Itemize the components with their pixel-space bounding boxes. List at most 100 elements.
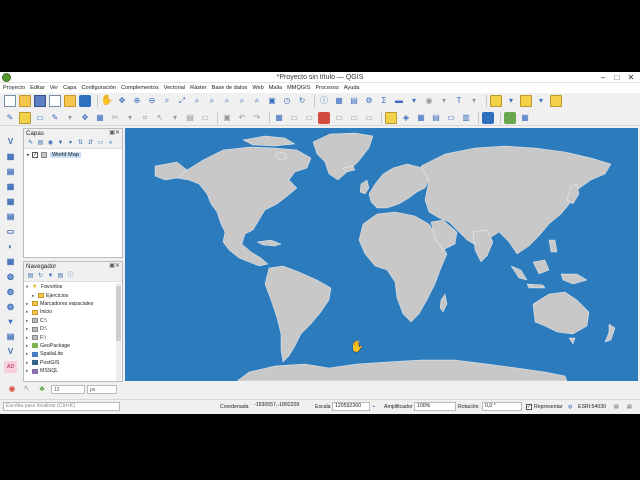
toggle-editing-icon[interactable]: [19, 111, 31, 124]
new-print-layout-icon[interactable]: [49, 95, 61, 107]
maximize-button[interactable]: □: [610, 72, 624, 83]
measure-line-icon[interactable]: ▬: [393, 95, 405, 107]
layout-manager-icon[interactable]: [64, 95, 76, 107]
browser-scrollbar-thumb[interactable]: [116, 286, 121, 341]
attribute-table-icon[interactable]: ▦: [333, 95, 345, 107]
layer-row-world-map[interactable]: ▸ ✓ World Map: [27, 151, 121, 159]
rotate-label-icon[interactable]: ▣: [221, 112, 233, 124]
menu-base-de-datos[interactable]: Base de datos: [212, 85, 248, 91]
minimize-button[interactable]: –: [596, 72, 610, 83]
show-hide-labels-icon[interactable]: [318, 111, 330, 124]
georeferencer-icon[interactable]: [504, 111, 516, 124]
temporal-controller-icon[interactable]: ◷: [281, 95, 293, 107]
add-mesh-layer-icon[interactable]: ▤: [4, 166, 17, 178]
browser-item-postgis[interactable]: ▸ PostGIS: [24, 359, 118, 367]
tracing-icon[interactable]: ♣: [36, 383, 48, 395]
add-oracle-icon[interactable]: ◍: [4, 271, 17, 283]
deselect-icon[interactable]: [520, 95, 532, 107]
add-feature-icon[interactable]: ▾: [64, 112, 76, 124]
menu-raster[interactable]: Ráster: [190, 85, 206, 91]
pin-labels-icon[interactable]: ▭: [288, 112, 300, 124]
collapse-all-icon[interactable]: ▤: [57, 273, 64, 280]
lock-scale-icon[interactable]: ▪: [373, 403, 375, 411]
diagram-properties-icon[interactable]: ▭: [363, 112, 375, 124]
new-map-view-icon[interactable]: ▣: [266, 95, 278, 107]
move-label-icon[interactable]: ↶: [236, 112, 248, 124]
layer-visibility-checkbox[interactable]: ✓: [32, 152, 38, 158]
label-properties-icon[interactable]: ▭: [333, 112, 345, 124]
highlight-labels-icon[interactable]: ▭: [303, 112, 315, 124]
select-all-icon[interactable]: [550, 95, 562, 107]
annotation-dropdown-icon[interactable]: ▾: [468, 95, 480, 107]
add-xyz-icon[interactable]: ▤: [4, 331, 17, 343]
browser-item-geopackage[interactable]: ▸ GeoPackage: [24, 342, 118, 350]
modify-attributes-icon[interactable]: ▦: [94, 112, 106, 124]
browser-item-inicio[interactable]: ▸ Inicio: [24, 308, 118, 316]
browser-item-marcadores[interactable]: ▸ Marcadores espaciales: [24, 300, 118, 308]
refresh-icon[interactable]: ↻: [296, 95, 308, 107]
crs-button[interactable]: ESRI:54030: [578, 403, 606, 411]
paste-features-icon[interactable]: ↖: [154, 112, 166, 124]
vertex-tool-icon[interactable]: ✥: [79, 112, 91, 124]
menu-mmqgis[interactable]: MMQGIS: [287, 85, 310, 91]
menu-complementos[interactable]: Complementos: [121, 85, 159, 91]
messages-icon[interactable]: ▤: [614, 403, 619, 411]
save-project-icon[interactable]: [34, 95, 46, 107]
panel-float-close-icon[interactable]: ▣✕: [109, 129, 120, 138]
menu-proyecto[interactable]: Proyecto: [3, 85, 25, 91]
close-button[interactable]: ✕: [624, 72, 638, 83]
snapping-icon[interactable]: ↖: [21, 383, 33, 395]
copy-features-icon[interactable]: ⌗: [139, 112, 151, 124]
add-group-icon[interactable]: ▤: [37, 140, 44, 147]
menu-malla[interactable]: Malla: [269, 85, 282, 91]
crs-globe-icon[interactable]: ◍: [568, 403, 573, 411]
unit-dropdown[interactable]: px: [87, 384, 117, 394]
filter-browser-icon[interactable]: ▼: [47, 273, 54, 280]
menu-vectorial[interactable]: Vectorial: [164, 85, 185, 91]
add-raster-layer-icon[interactable]: ▦: [4, 151, 17, 163]
open-layer-styling-icon[interactable]: ✎: [27, 140, 34, 147]
zoom-last-icon[interactable]: ⌕: [236, 95, 248, 107]
add-geopackage-icon[interactable]: ▦: [4, 196, 17, 208]
digitize-icon[interactable]: ✎: [49, 112, 61, 124]
layer-name[interactable]: World Map: [50, 152, 81, 158]
add-vector-layer-icon[interactable]: V: [4, 136, 17, 148]
properties-icon[interactable]: ⓘ: [67, 273, 74, 280]
select-by-value-icon[interactable]: ▾: [505, 95, 517, 107]
label-change-icon[interactable]: ▥: [460, 112, 472, 124]
filter-expression-icon[interactable]: ▾: [67, 140, 74, 147]
zoom-layer-icon[interactable]: ⌕: [206, 95, 218, 107]
browser-item-drive-c[interactable]: ▸ C:\: [24, 317, 118, 325]
filter-legend-icon[interactable]: ▼: [57, 140, 64, 147]
statistics-icon[interactable]: Σ: [378, 95, 390, 107]
zoom-rubberband-icon[interactable]: ⌕: [161, 95, 173, 107]
change-label-icon[interactable]: ↷: [251, 112, 263, 124]
browser-item-mssql[interactable]: ▸ MSSQL: [24, 367, 118, 375]
panel-float-close-icon[interactable]: ▣✕: [109, 262, 120, 271]
add-virtual-layer-icon[interactable]: ▭: [4, 226, 17, 238]
browser-item-drive-f[interactable]: ▸ F:\: [24, 333, 118, 341]
browser-item-spatialite[interactable]: ▸ SpatiaLite: [24, 350, 118, 358]
menu-capa[interactable]: Capa: [63, 85, 76, 91]
select-features-icon[interactable]: [490, 95, 502, 107]
merge-features-icon[interactable]: ▭: [199, 112, 211, 124]
locator-search-input[interactable]: Escriba para localizar (Ctrl+K): [3, 402, 120, 411]
zoom-full-icon[interactable]: ⤢: [176, 95, 188, 107]
menu-ver[interactable]: Ver: [50, 85, 58, 91]
scale-input[interactable]: 120592360: [332, 402, 370, 411]
label-tool-icon[interactable]: ▦: [273, 112, 285, 124]
browser-item-favoritos[interactable]: ▾ ★ Favoritos: [24, 283, 118, 291]
abc-label-icon[interactable]: [385, 111, 397, 124]
cut-features-icon[interactable]: ▾: [124, 112, 136, 124]
label-move-icon[interactable]: ▤: [430, 112, 442, 124]
delete-selected-icon[interactable]: ✂: [109, 112, 121, 124]
add-delimited-text-icon[interactable]: ▦: [4, 181, 17, 193]
map-tips-icon[interactable]: ▾: [408, 95, 420, 107]
new-project-icon[interactable]: [4, 95, 16, 107]
pan-to-selection-icon[interactable]: ✥: [116, 95, 128, 107]
menu-ayuda[interactable]: Ayuda: [344, 85, 360, 91]
style-manager-icon[interactable]: [79, 95, 91, 107]
save-edits-icon[interactable]: ▭: [34, 112, 46, 124]
refresh-icon[interactable]: ↻: [37, 273, 44, 280]
add-new-vector-icon[interactable]: V: [4, 346, 17, 358]
